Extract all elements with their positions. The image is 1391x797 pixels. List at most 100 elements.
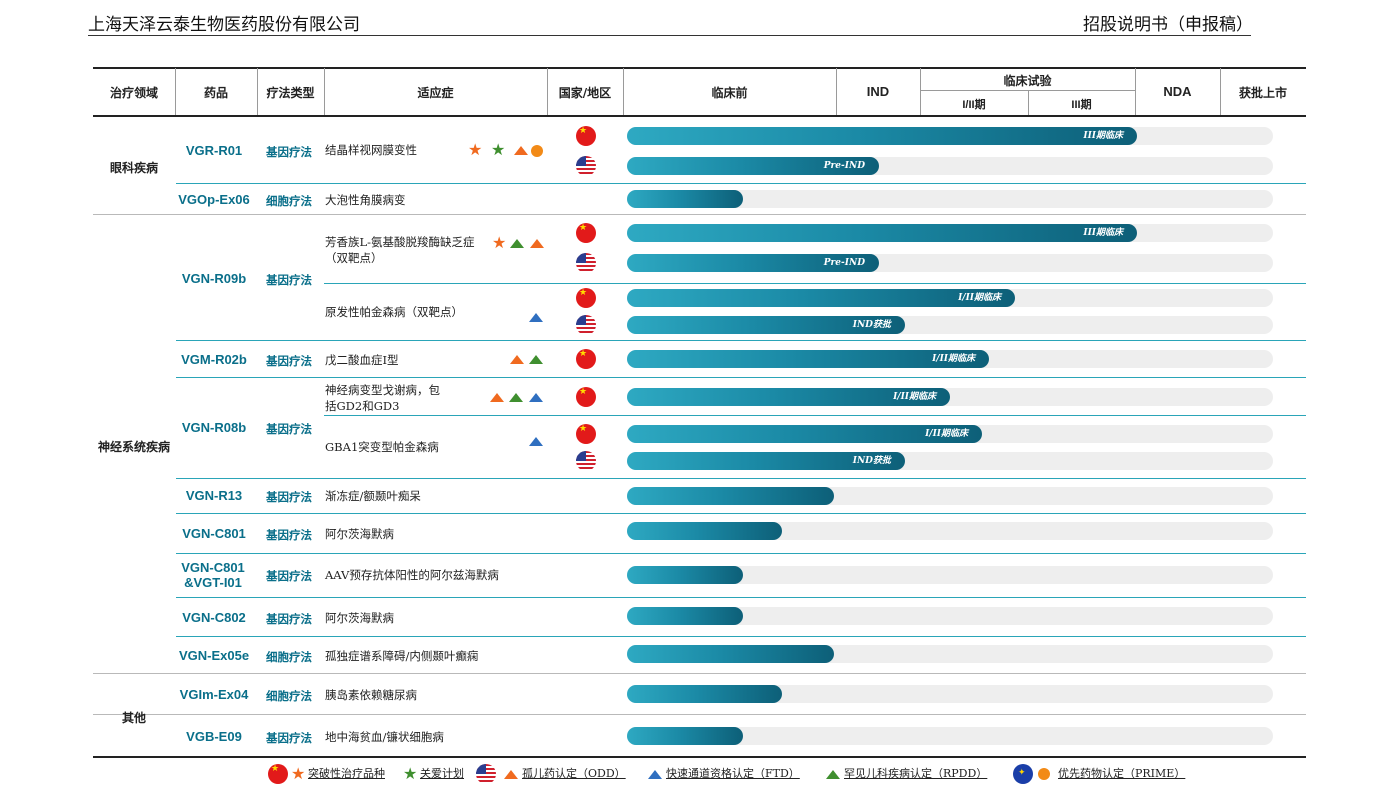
orange-triangle-icon bbox=[530, 239, 544, 248]
china-flag-icon bbox=[576, 223, 596, 243]
us-flag-icon bbox=[576, 451, 596, 471]
progress-bar: Pre-IND bbox=[627, 254, 879, 272]
therapy-type: 基因疗法 bbox=[266, 145, 312, 159]
blue-triangle-icon bbox=[529, 437, 543, 446]
progress-bar: I/II期临床 bbox=[627, 350, 989, 368]
legend-odd: 孤儿药认定（ODD） bbox=[522, 767, 626, 780]
row-rule bbox=[324, 283, 1306, 284]
china-flag-icon bbox=[576, 349, 596, 369]
blue-triangle-icon bbox=[648, 770, 662, 779]
therapy-type: 基因疗法 bbox=[266, 612, 312, 626]
china-flag-icon bbox=[576, 288, 596, 308]
drug-name: VGN-R09b bbox=[181, 271, 247, 286]
progress-bar-label: III期临床 bbox=[1083, 228, 1123, 238]
orange-star-icon: ★ bbox=[468, 140, 483, 159]
progress-bar: III期临床 bbox=[627, 224, 1137, 242]
therapy-type: 基因疗法 bbox=[266, 422, 312, 436]
row-rule bbox=[176, 513, 1306, 514]
us-flag-icon bbox=[476, 764, 496, 784]
orange-dot-icon bbox=[531, 145, 543, 157]
indication: 芳香族L-氨基酸脱羧酶缺乏症（双靶点） bbox=[325, 235, 475, 265]
progress-bar bbox=[627, 685, 782, 703]
header-phase-1-2: I/II期 bbox=[962, 99, 986, 111]
drug-name: VGN-C801 bbox=[182, 526, 246, 541]
drug-name: VGN-R13 bbox=[185, 488, 243, 503]
legend-care-program: 关爱计划 bbox=[420, 767, 464, 780]
blue-triangle-icon bbox=[529, 313, 543, 322]
indication: 阿尔茨海默病 bbox=[325, 611, 394, 625]
therapy-type: 基因疗法 bbox=[266, 273, 312, 287]
indication: 大泡性角膜病变 bbox=[325, 193, 406, 207]
orange-star-icon: ★ bbox=[492, 233, 507, 252]
progress-bar-label: IND获批 bbox=[852, 456, 891, 466]
progress-bar-label: Pre-IND bbox=[823, 258, 865, 268]
us-flag-icon bbox=[576, 156, 596, 176]
progress-bar: IND获批 bbox=[627, 452, 905, 470]
header-nda: NDA bbox=[1163, 84, 1192, 99]
progress-bar bbox=[627, 566, 743, 584]
orange-dot-icon bbox=[1038, 768, 1050, 780]
legend-breakthrough: 突破性治疗品种 bbox=[308, 767, 385, 780]
drug-name: VGOp-Ex06 bbox=[178, 192, 250, 207]
legend-prime: 优先药物认定（PRIME） bbox=[1058, 767, 1186, 780]
row-rule bbox=[176, 340, 1306, 341]
progress-bar-label: III期临床 bbox=[1083, 131, 1123, 141]
therapy-type: 细胞疗法 bbox=[266, 650, 312, 664]
green-triangle-icon bbox=[509, 393, 523, 402]
us-flag-icon bbox=[576, 253, 596, 273]
table-header-rule bbox=[93, 115, 1306, 117]
indication: AAV预存抗体阳性的阿尔兹海默病 bbox=[325, 568, 499, 582]
area-group-rule bbox=[93, 714, 1306, 715]
eu-flag-icon bbox=[1013, 764, 1033, 784]
indication: 戊二酸血症I型 bbox=[325, 353, 399, 367]
drug-name: VGN-R08b bbox=[181, 420, 247, 435]
indication: 结晶样视网膜变性 bbox=[325, 143, 417, 157]
table-top-rule bbox=[93, 67, 1306, 69]
us-flag-icon bbox=[576, 315, 596, 335]
header-rule bbox=[88, 35, 1251, 36]
china-flag-icon bbox=[576, 387, 596, 407]
row-rule bbox=[176, 377, 1306, 378]
orange-triangle-icon bbox=[504, 770, 518, 779]
row-rule bbox=[176, 478, 1306, 479]
area-group-rule bbox=[93, 214, 1306, 215]
progress-bar: I/II期临床 bbox=[627, 388, 950, 406]
drug-name: VGN-C801 &VGT-I01 bbox=[181, 560, 245, 590]
orange-star-icon: ★ bbox=[291, 764, 306, 783]
drug-name: VGN-C802 bbox=[182, 610, 246, 625]
therapy-type: 细胞疗法 bbox=[266, 689, 312, 703]
progress-bar-label: I/II期临床 bbox=[925, 429, 968, 439]
green-triangle-icon bbox=[826, 770, 840, 779]
row-rule bbox=[176, 553, 1306, 554]
indication: 原发性帕金森病（双靶点） bbox=[325, 305, 463, 319]
therapy-type: 基因疗法 bbox=[266, 528, 312, 542]
legend-rpdd: 罕见儿科疾病认定（RPDD） bbox=[844, 767, 988, 780]
green-triangle-icon bbox=[529, 355, 543, 364]
china-flag-icon bbox=[268, 764, 288, 784]
indication: 孤独症谱系障碍/内侧颞叶癫痫 bbox=[325, 649, 479, 663]
progress-bar: IND获批 bbox=[627, 316, 905, 334]
indication: 渐冻症/额颞叶痴呆 bbox=[325, 489, 421, 503]
progress-bar: I/II期临床 bbox=[627, 289, 1015, 307]
drug-name: VGM-R02b bbox=[181, 352, 247, 367]
therapy-type: 基因疗法 bbox=[266, 569, 312, 583]
area-neurology: 神经系统疾病 bbox=[97, 440, 170, 454]
green-star-icon: ★ bbox=[403, 764, 418, 783]
china-flag-icon bbox=[576, 424, 596, 444]
indication: 胰岛素依赖糖尿病 bbox=[325, 688, 417, 702]
therapy-type: 基因疗法 bbox=[266, 490, 312, 504]
progress-bar bbox=[627, 190, 743, 208]
header-area: 治疗领域 bbox=[109, 86, 158, 100]
header-therapy-type: 疗法类型 bbox=[266, 86, 315, 100]
area-group-rule bbox=[93, 673, 1306, 674]
therapy-type: 细胞疗法 bbox=[266, 194, 312, 208]
indication: 神经病变型戈谢病，包括GD2和GD3 bbox=[325, 383, 440, 413]
table-bottom-rule bbox=[93, 756, 1306, 758]
row-rule bbox=[176, 636, 1306, 637]
indication: 地中海贫血/镰状细胞病 bbox=[325, 730, 444, 744]
row-rule bbox=[176, 597, 1306, 598]
orange-triangle-icon bbox=[510, 355, 524, 364]
green-star-icon: ★ bbox=[491, 140, 506, 159]
header-ind: IND bbox=[866, 84, 890, 99]
drug-name: VGIm-Ex04 bbox=[179, 687, 249, 702]
